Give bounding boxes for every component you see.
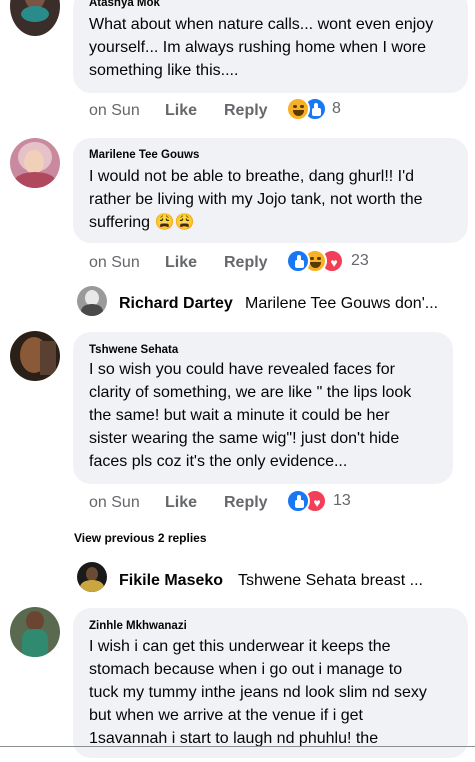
reply-snippet[interactable]: Marilene Tee Gouws don'... (245, 295, 438, 313)
reply-button[interactable]: Reply (224, 494, 268, 512)
comment-author[interactable]: Marilene Tee Gouws (89, 149, 199, 161)
reaction-count: 8 (332, 100, 341, 117)
reactions-summary[interactable]: ♥ 23 (286, 249, 376, 275)
comment-time[interactable]: on Sun (89, 254, 140, 272)
comment-text: I would not be able to breathe, dang ghu… (89, 168, 423, 231)
divider (0, 746, 475, 747)
avatar[interactable] (77, 286, 107, 316)
avatar[interactable] (10, 138, 60, 188)
comment-text: What about when nature calls... wont eve… (89, 16, 434, 79)
like-button[interactable]: Like (165, 254, 197, 272)
reaction-count: 23 (351, 252, 369, 269)
avatar[interactable] (77, 562, 107, 592)
reply-button[interactable]: Reply (224, 102, 268, 120)
like-button[interactable]: Like (165, 102, 197, 120)
comment-time[interactable]: on Sun (89, 102, 140, 120)
reply-author[interactable]: Richard Dartey (119, 295, 233, 313)
like-button[interactable]: Like (165, 494, 197, 512)
reaction-count: 13 (333, 492, 351, 509)
like-icon (286, 489, 310, 513)
view-previous-replies-link[interactable]: View previous 2 replies (74, 531, 207, 545)
avatar[interactable] (10, 331, 60, 381)
comment-time[interactable]: on Sun (89, 494, 140, 512)
reply-button[interactable]: Reply (224, 254, 268, 272)
comment-author[interactable]: Atashya Mok (89, 0, 160, 9)
comment-author[interactable]: Zinhle Mkhwanazi (89, 620, 187, 632)
reactions-summary[interactable]: 8 (286, 97, 356, 123)
comment-text: I wish i can get this underwear it keeps… (89, 638, 427, 747)
avatar[interactable] (10, 0, 60, 36)
haha-icon (286, 97, 310, 121)
avatar[interactable] (10, 607, 60, 657)
comment-text: I so wish you could have revealed faces … (89, 361, 412, 470)
reply-author[interactable]: Fikile Maseko (119, 572, 223, 590)
reactions-summary[interactable]: ♥ 13 (286, 489, 366, 515)
comment-author[interactable]: Tshwene Sehata (89, 344, 178, 356)
reply-snippet[interactable]: Tshwene Sehata breast ... (238, 572, 423, 590)
like-icon (286, 249, 310, 273)
